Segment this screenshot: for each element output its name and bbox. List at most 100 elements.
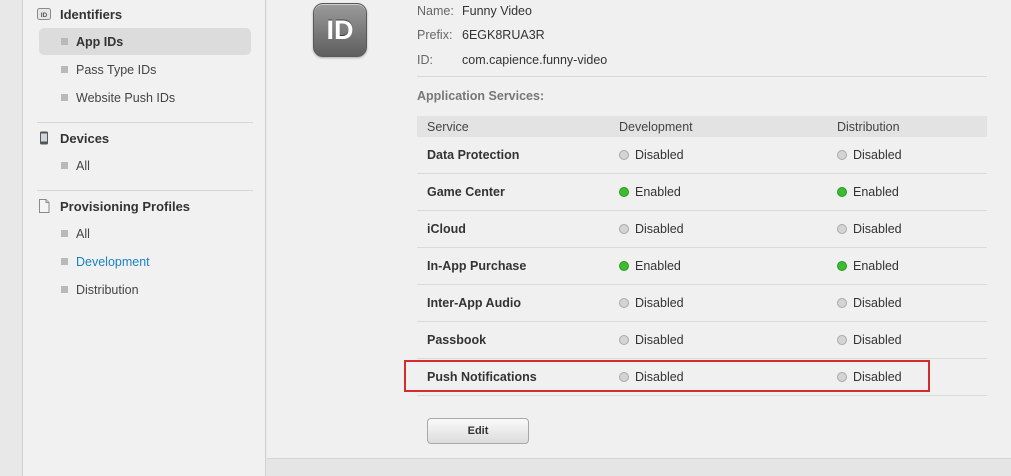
table-row: iCloud Disabled Disabled xyxy=(417,211,987,248)
name-label: Name: xyxy=(417,4,454,18)
panel-footer xyxy=(267,458,1011,476)
section-identifiers: ID Identifiers xyxy=(37,5,122,23)
bullet-icon xyxy=(61,66,68,73)
bullet-icon xyxy=(61,258,68,265)
id-badge-icon: ID xyxy=(37,8,51,20)
status-text: Enabled xyxy=(635,259,681,273)
status-text: Disabled xyxy=(635,222,684,236)
sidebar-item-pass-type-ids[interactable]: Pass Type IDs xyxy=(39,56,251,83)
sidebar-item-label: All xyxy=(76,226,90,241)
services-title: Application Services: xyxy=(417,89,545,103)
header-service: Service xyxy=(427,119,469,134)
section-identifiers-title: Identifiers xyxy=(60,6,123,22)
sidebar-item-label: Pass Type IDs xyxy=(76,62,157,77)
sidebar-item-distribution[interactable]: Distribution xyxy=(39,276,251,303)
status-enabled-icon xyxy=(837,187,847,197)
status-text: Disabled xyxy=(635,333,684,347)
app-prefix: 6EGK8RUA3R xyxy=(462,28,545,42)
development-status: Enabled xyxy=(619,174,681,210)
sidebar-item-development[interactable]: Development xyxy=(39,248,251,275)
table-row: Data Protection Disabled Disabled xyxy=(417,137,987,174)
status-disabled-icon xyxy=(837,298,847,308)
status-text: Disabled xyxy=(635,296,684,310)
header-distribution: Distribution xyxy=(837,119,900,134)
status-disabled-icon xyxy=(837,224,847,234)
status-disabled-icon xyxy=(619,372,629,382)
app-bundle-id: com.capience.funny-video xyxy=(462,53,608,67)
app-id-icon-text: ID xyxy=(326,14,354,45)
status-text: Disabled xyxy=(635,370,684,384)
distribution-status: Enabled xyxy=(837,174,899,210)
service-name: Push Notifications xyxy=(427,370,537,384)
status-disabled-icon xyxy=(837,150,847,160)
section-devices: Devices xyxy=(37,129,109,147)
sidebar-item-label: Development xyxy=(76,254,150,269)
sidebar-divider xyxy=(37,122,253,123)
iphone-icon xyxy=(40,131,48,145)
service-name: Game Center xyxy=(427,185,505,199)
service-name: Passbook xyxy=(427,333,487,347)
status-enabled-icon xyxy=(619,187,629,197)
sidebar: ID Identifiers App IDs Pass Type IDs Web… xyxy=(22,0,266,476)
sidebar-item-devices-all[interactable]: All xyxy=(39,152,251,179)
distribution-status: Disabled xyxy=(837,137,902,173)
distribution-status: Disabled xyxy=(837,322,902,358)
meta-id-row: ID: com.capience.funny-video xyxy=(417,52,607,68)
distribution-status: Disabled xyxy=(837,359,902,395)
development-status: Disabled xyxy=(619,322,684,358)
table-row: Inter-App Audio Disabled Disabled xyxy=(417,285,987,322)
section-devices-title: Devices xyxy=(60,130,110,146)
status-disabled-icon xyxy=(837,372,847,382)
id-label: ID: xyxy=(417,53,433,67)
sidebar-item-profiles-all[interactable]: All xyxy=(39,220,251,247)
status-text: Disabled xyxy=(853,222,902,236)
development-status: Disabled xyxy=(619,211,684,247)
table-row: In-App Purchase Enabled Enabled xyxy=(417,248,987,285)
development-status: Disabled xyxy=(619,285,684,321)
status-text: Enabled xyxy=(635,185,681,199)
status-disabled-icon xyxy=(619,224,629,234)
service-name: Data Protection xyxy=(427,148,520,162)
sidebar-item-website-push-ids[interactable]: Website Push IDs xyxy=(39,84,251,111)
status-text: Disabled xyxy=(635,148,684,162)
bullet-icon xyxy=(61,286,68,293)
services-table-header: Service Development Distribution xyxy=(417,116,987,137)
sidebar-item-label: Website Push IDs xyxy=(76,90,176,105)
app-id-icon: ID xyxy=(313,3,367,57)
status-text: Disabled xyxy=(853,296,902,310)
bullet-icon xyxy=(61,230,68,237)
app-name: Funny Video xyxy=(462,4,532,18)
distribution-status: Disabled xyxy=(837,285,902,321)
status-disabled-icon xyxy=(619,298,629,308)
bullet-icon xyxy=(61,94,68,101)
development-status: Disabled xyxy=(619,137,684,173)
header-development: Development xyxy=(619,119,693,134)
bullet-icon xyxy=(61,162,68,169)
divider xyxy=(417,76,987,77)
status-disabled-icon xyxy=(619,335,629,345)
svg-text:ID: ID xyxy=(41,12,48,19)
sidebar-item-app-ids[interactable]: App IDs xyxy=(39,28,251,55)
table-row: Passbook Disabled Disabled xyxy=(417,322,987,359)
status-enabled-icon xyxy=(619,261,629,271)
service-name: iCloud xyxy=(427,222,466,236)
status-text: Enabled xyxy=(853,185,899,199)
status-text: Disabled xyxy=(853,333,902,347)
sidebar-item-label: All xyxy=(76,158,90,173)
status-disabled-icon xyxy=(837,335,847,345)
meta-name-row: Name: Funny Video xyxy=(417,3,532,19)
prefix-label: Prefix: xyxy=(417,28,453,42)
status-text: Disabled xyxy=(853,148,902,162)
app-id-detail-panel: ID Name: Funny Video Prefix: 6EGK8RUA3R … xyxy=(267,0,1011,476)
distribution-status: Disabled xyxy=(837,211,902,247)
service-name: In-App Purchase xyxy=(427,259,527,273)
sidebar-item-label: App IDs xyxy=(76,34,124,49)
edit-button[interactable]: Edit xyxy=(427,418,529,444)
development-status: Disabled xyxy=(619,359,684,395)
sidebar-item-label: Distribution xyxy=(76,282,139,297)
document-icon xyxy=(39,199,50,213)
status-text: Enabled xyxy=(853,259,899,273)
status-enabled-icon xyxy=(837,261,847,271)
status-disabled-icon xyxy=(619,150,629,160)
sidebar-divider xyxy=(37,190,253,191)
